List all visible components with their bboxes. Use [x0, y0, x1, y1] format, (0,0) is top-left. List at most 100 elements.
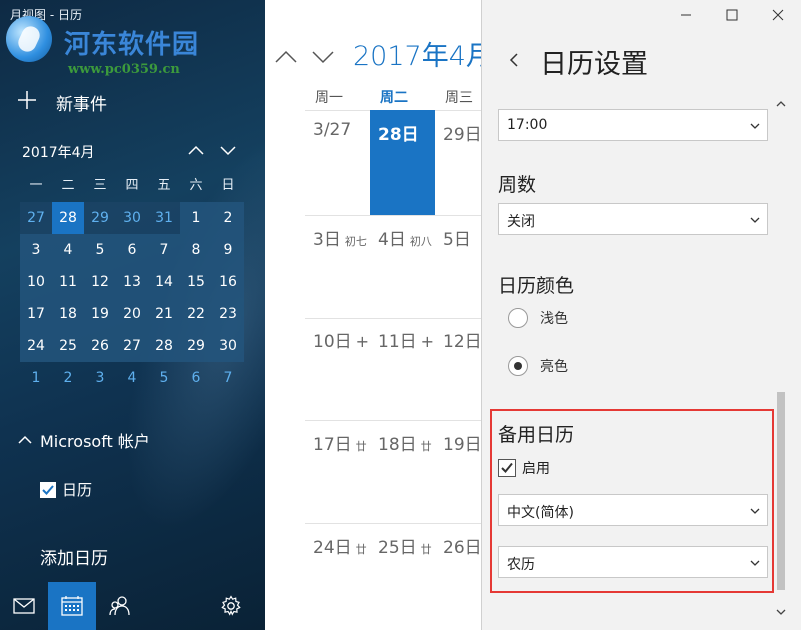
mini-day[interactable]: 28 — [148, 330, 180, 362]
lunar-label: 廿 — [355, 543, 367, 556]
week-numbers-dropdown[interactable]: 关闭 — [498, 203, 768, 235]
alt-calendar-enable-checkbox[interactable]: 启用 — [498, 458, 550, 478]
alt-calendar-language-dropdown[interactable]: 中文(简体) — [498, 494, 768, 526]
mini-day[interactable]: 22 — [180, 298, 212, 330]
mini-day[interactable]: 7 — [148, 234, 180, 266]
week-divider — [305, 420, 481, 421]
mini-day[interactable]: 11 — [52, 266, 84, 298]
mini-next-month-button[interactable] — [218, 140, 238, 160]
mini-day[interactable]: 10 — [20, 266, 52, 298]
close-button[interactable] — [755, 0, 801, 30]
mini-day[interactable]: 8 — [180, 234, 212, 266]
day-cell[interactable]: 17日廿 — [313, 430, 367, 455]
back-button[interactable] — [502, 48, 526, 72]
day-cell[interactable]: 29日 — [443, 120, 481, 145]
mini-day[interactable]: 19 — [84, 298, 116, 330]
chevron-down-icon — [750, 217, 760, 223]
mini-day[interactable]: 25 — [52, 330, 84, 362]
day-cell[interactable]: 24日廿 — [313, 533, 367, 558]
mini-day[interactable]: 2 — [212, 202, 244, 234]
mini-day[interactable]: 17 — [20, 298, 52, 330]
mini-day[interactable]: 26 — [84, 330, 116, 362]
mini-day[interactable]: 16 — [212, 266, 244, 298]
add-calendar-button[interactable]: 添加日历 — [40, 544, 108, 569]
mini-day[interactable]: 20 — [116, 298, 148, 330]
day-number: 3日 — [313, 230, 341, 250]
mini-day[interactable]: 4 — [116, 362, 148, 394]
mini-day[interactable]: 13 — [116, 266, 148, 298]
mini-day[interactable]: 23 — [212, 298, 244, 330]
mini-day[interactable]: 29 — [84, 202, 116, 234]
minimize-icon — [681, 14, 691, 16]
mini-day[interactable]: 27 — [20, 202, 52, 234]
mini-day[interactable]: 21 — [148, 298, 180, 330]
mini-day[interactable]: 4 — [52, 234, 84, 266]
microsoft-account-toggle[interactable]: Microsoft 帐户 — [16, 428, 150, 452]
new-event-button[interactable]: 新事件 — [16, 88, 107, 116]
day-cell[interactable]: 18日廿 — [378, 430, 432, 455]
day-cell[interactable]: 26日 — [443, 533, 481, 558]
calendar-visibility-checkbox[interactable]: 日历 — [40, 479, 92, 500]
mini-day[interactable]: 5 — [148, 362, 180, 394]
minimize-button[interactable] — [663, 0, 709, 30]
mini-day[interactable]: 6 — [180, 362, 212, 394]
checkbox-checked-icon — [498, 459, 516, 477]
mini-day[interactable]: 1 — [20, 362, 52, 394]
day-cell[interactable]: 4日 初八 — [378, 225, 432, 250]
day-number: 5日 — [443, 230, 471, 250]
window-controls — [663, 0, 801, 30]
color-option-light[interactable]: 浅色 — [508, 308, 568, 328]
day-cell[interactable]: 5日 — [443, 225, 471, 250]
mini-day[interactable]: 24 — [20, 330, 52, 362]
day-cell[interactable]: 10日 + — [313, 327, 369, 352]
day-number: 19日 — [443, 435, 481, 455]
mini-day[interactable]: 3 — [84, 362, 116, 394]
mini-day[interactable]: 15 — [180, 266, 212, 298]
alt-calendar-type-dropdown[interactable]: 农历 — [498, 546, 768, 578]
day-number: 24日 — [313, 538, 352, 558]
mini-day[interactable]: 9 — [212, 234, 244, 266]
color-option-bright[interactable]: 亮色 — [508, 356, 568, 376]
sidebar: 月视图 - 日历 河东软件园 www.pc0359.cn 新事件 2017年4月… — [0, 0, 265, 630]
mini-day[interactable]: 29 — [180, 330, 212, 362]
day-number: 11日 — [378, 332, 417, 352]
next-month-button[interactable] — [310, 44, 336, 70]
day-number: 26日 — [443, 538, 481, 558]
mini-day[interactable]: 1 — [180, 202, 212, 234]
day-cell[interactable]: 12日 — [443, 327, 481, 352]
people-button[interactable] — [96, 582, 144, 630]
day-cell[interactable]: 3日 初七 — [313, 225, 367, 250]
scroll-down-icon[interactable] — [775, 606, 787, 618]
month-view: 2017年4月 周一 周二 周三 3/27 28日 29日 3日 初七 4日 初八 … — [265, 0, 481, 630]
scroll-up-icon[interactable] — [775, 98, 787, 110]
day-cell[interactable]: 11日 + — [378, 327, 434, 352]
scrollbar-thumb[interactable] — [777, 392, 785, 590]
mini-day[interactable]: 27 — [116, 330, 148, 362]
mini-day[interactable]: 30 — [212, 330, 244, 362]
mini-day[interactable]: 3 — [20, 234, 52, 266]
mini-day[interactable]: 2 — [52, 362, 84, 394]
mini-day[interactable]: 5 — [84, 234, 116, 266]
mini-day[interactable]: 7 — [212, 362, 244, 394]
watermark-name: 河东软件园 — [64, 30, 200, 60]
day-cell[interactable]: 19日 — [443, 430, 481, 455]
day-cell[interactable]: 3/27 — [313, 120, 351, 140]
day-cell-today[interactable]: 28日 — [378, 120, 423, 145]
day-cell[interactable]: 25日廿 — [378, 533, 432, 558]
settings-button[interactable] — [207, 582, 255, 630]
mini-day[interactable]: 31 — [148, 202, 180, 234]
prev-month-button[interactable] — [273, 44, 299, 70]
mini-day[interactable]: 18 — [52, 298, 84, 330]
mini-day[interactable]: 30 — [116, 202, 148, 234]
radio-label: 亮色 — [540, 359, 568, 375]
mini-day[interactable]: 14 — [148, 266, 180, 298]
mini-day[interactable]: 6 — [116, 234, 148, 266]
work-end-time-dropdown[interactable]: 17:00 — [498, 109, 768, 141]
mail-button[interactable] — [0, 582, 48, 630]
mini-day[interactable]: 12 — [84, 266, 116, 298]
calendar-button[interactable] — [48, 582, 96, 630]
maximize-button[interactable] — [709, 0, 755, 30]
calendar-settings-pane: 日历设置 17:00 周数 关闭 日历颜色 浅色 亮色 备用日历 启用 中文(简… — [481, 0, 801, 630]
mini-day-selected[interactable]: 28 — [52, 202, 84, 234]
mini-prev-month-button[interactable] — [186, 140, 206, 160]
